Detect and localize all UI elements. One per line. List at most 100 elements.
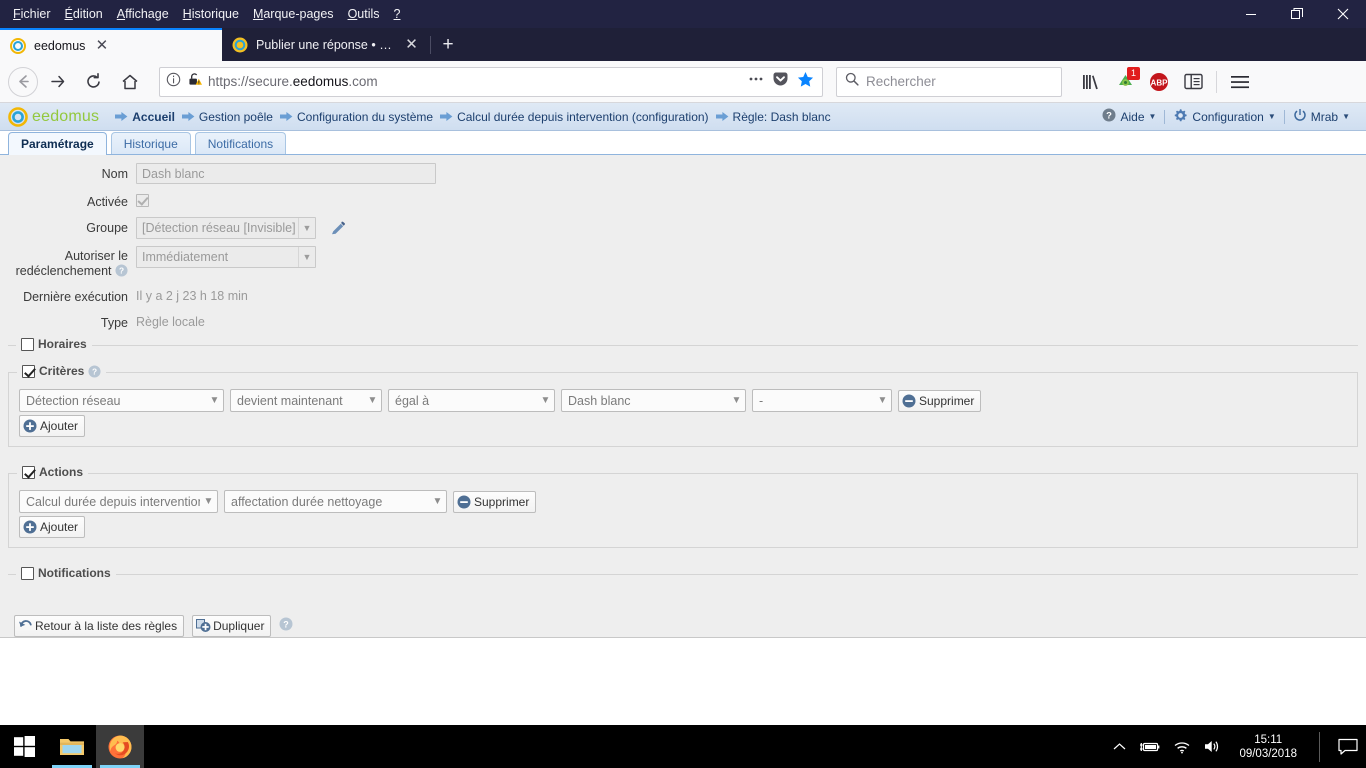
action-add-button[interactable]: Ajouter <box>19 516 86 538</box>
tab-title: Publier une réponse • Forum ee <box>256 37 395 52</box>
activee-checkbox[interactable] <box>136 194 149 207</box>
action-device-select[interactable]: Calcul durée depuis intervention ▼ <box>19 490 218 513</box>
help-icon[interactable]: ? <box>115 264 128 277</box>
action-row: Calcul durée depuis intervention ▼ affec… <box>19 490 1347 513</box>
url-text[interactable]: https://secure.eedomus.com <box>208 74 742 89</box>
adblock-plus-icon[interactable]: ABP <box>1143 66 1175 98</box>
back-button[interactable] <box>8 66 38 97</box>
page-info-icon[interactable] <box>166 72 181 92</box>
actions-legend[interactable]: Actions <box>17 465 89 479</box>
taskbar-clock[interactable]: 15:11 09/03/2018 <box>1233 733 1303 761</box>
help-menu[interactable]: ? Aide ▼ <box>1094 108 1164 125</box>
search-bar[interactable]: Rechercher <box>836 66 1062 97</box>
duplicate-label: Dupliquer <box>213 619 265 633</box>
hamburger-menu-icon[interactable] <box>1224 66 1256 98</box>
tab-historique[interactable]: Historique <box>110 132 191 154</box>
chevron-down-icon: ▼ <box>540 395 551 406</box>
breadcrumb-item-gestion-poele[interactable]: Gestion poêle <box>181 110 273 124</box>
help-icon[interactable]: ? <box>279 617 293 636</box>
battery-icon[interactable] <box>1139 740 1161 754</box>
menu-help[interactable]: ? <box>387 3 408 25</box>
field-row-derniere-execution: Dernière exécution Il y a 2 j 23 h 18 mi… <box>0 286 1366 305</box>
browser-tab-eedomus[interactable]: eedomus ✕ <box>0 28 222 61</box>
svg-text:?: ? <box>1107 111 1113 122</box>
tab-close-icon[interactable]: ✕ <box>403 36 420 53</box>
back-to-rules-button[interactable]: Retour à la liste des règles <box>14 615 185 637</box>
groupe-select[interactable]: [Détection réseau [Invisible] ▼ <box>136 217 316 239</box>
menu-outils[interactable]: Outils <box>341 3 387 25</box>
breadcrumb-item-calcul-duree[interactable]: Calcul durée depuis intervention (config… <box>440 110 709 124</box>
maximize-restore-button[interactable] <box>1274 0 1320 28</box>
action-delete-button[interactable]: Supprimer <box>453 490 537 513</box>
forum-favicon <box>232 37 248 53</box>
section-actions: Actions Calcul durée depuis intervention… <box>8 465 1358 548</box>
close-button[interactable] <box>1320 0 1366 28</box>
configuration-menu-label: Configuration <box>1192 109 1264 124</box>
plus-circle-icon <box>23 419 37 433</box>
reload-button[interactable] <box>77 66 110 98</box>
minimize-button[interactable] <box>1228 0 1274 28</box>
actions-checkbox[interactable] <box>22 465 35 479</box>
breadcrumb-item-regle-dash-blanc[interactable]: Règle: Dash blanc <box>715 110 831 124</box>
menu-historique[interactable]: Historique <box>176 3 246 25</box>
critere-extra-select[interactable]: - ▼ <box>752 389 892 412</box>
menu-fichier[interactable]: Fichier <box>6 3 58 25</box>
new-tab-button[interactable]: + <box>433 31 463 59</box>
critere-operator-select[interactable]: devient maintenant ▼ <box>230 389 382 412</box>
criteres-checkbox[interactable] <box>22 364 35 378</box>
redeclenchement-select[interactable]: Immédiatement ▼ <box>136 246 316 268</box>
eedomus-favicon <box>10 37 26 54</box>
windows-start-icon[interactable] <box>0 725 48 768</box>
menu-edition[interactable]: Édition <box>58 3 110 25</box>
critere-device-select[interactable]: Détection réseau ▼ <box>19 389 224 412</box>
volume-icon[interactable] <box>1203 739 1221 754</box>
redeclenchement-label: Autoriser le redéclenchement ? <box>0 246 136 279</box>
configuration-menu[interactable]: Configuration ▼ <box>1165 108 1283 126</box>
horaires-checkbox[interactable] <box>21 337 34 351</box>
criteres-legend[interactable]: Critères ? <box>17 364 107 378</box>
help-icon[interactable]: ? <box>88 364 101 378</box>
firefox-icon[interactable] <box>96 725 144 768</box>
notifications-checkbox[interactable] <box>21 566 34 580</box>
url-bar[interactable]: https://secure.eedomus.com <box>159 66 823 97</box>
duplicate-button[interactable]: Dupliquer <box>192 615 272 637</box>
tab-notifications[interactable]: Notifications <box>194 132 287 154</box>
critere-delete-button[interactable]: Supprimer <box>898 389 982 412</box>
menu-marque-pages[interactable]: Marque-pages <box>246 3 341 25</box>
search-icon <box>845 72 859 91</box>
eedomus-logo[interactable]: eedomus <box>8 106 99 127</box>
chevron-up-icon[interactable] <box>1112 741 1127 753</box>
critere-value-value: Dash blanc <box>568 393 631 408</box>
critere-comparator-select[interactable]: égal à ▼ <box>388 389 555 412</box>
notification-icon[interactable] <box>1338 738 1358 756</box>
wifi-icon[interactable] <box>1173 740 1191 754</box>
bookmark-star-icon[interactable] <box>797 71 814 93</box>
horaires-legend[interactable]: Horaires <box>16 337 92 351</box>
critere-add-button[interactable]: Ajouter <box>19 415 86 437</box>
file-explorer-icon[interactable] <box>48 725 96 768</box>
nom-input[interactable] <box>136 163 436 184</box>
library-icon[interactable] <box>1075 66 1107 98</box>
breadcrumb-item-accueil[interactable]: Accueil <box>115 110 175 124</box>
tab-parametrage[interactable]: Paramétrage <box>8 132 107 155</box>
forward-button[interactable] <box>41 66 74 98</box>
menu-affichage[interactable]: Affichage <box>110 3 176 25</box>
groupe-select-value: [Détection réseau [Invisible] <box>142 221 296 235</box>
user-menu[interactable]: Mrab ▼ <box>1285 108 1358 125</box>
pocket-icon[interactable] <box>772 71 789 93</box>
action-target-select[interactable]: affectation durée nettoyage ▼ <box>224 490 447 513</box>
home-button[interactable] <box>113 66 146 98</box>
critere-value-select[interactable]: Dash blanc ▼ <box>561 389 746 412</box>
insecure-lock-warning-icon[interactable] <box>187 72 202 92</box>
browser-tab-forum[interactable]: Publier une réponse • Forum ee ✕ <box>222 28 428 61</box>
breadcrumb-item-configuration-systeme[interactable]: Configuration du système <box>279 110 433 124</box>
notifications-legend[interactable]: Notifications <box>16 566 116 580</box>
system-tray: 15:11 09/03/2018 <box>1112 731 1366 762</box>
tab-close-icon[interactable]: ✕ <box>93 37 110 54</box>
search-input[interactable]: Rechercher <box>866 74 936 89</box>
extension-icon[interactable]: 1 <box>1109 66 1141 98</box>
edit-pencil-icon[interactable] <box>330 221 346 237</box>
chevron-down-icon: ▼ <box>1342 112 1350 121</box>
page-actions-icon[interactable] <box>748 71 764 92</box>
sidebar-icon[interactable] <box>1177 66 1209 98</box>
